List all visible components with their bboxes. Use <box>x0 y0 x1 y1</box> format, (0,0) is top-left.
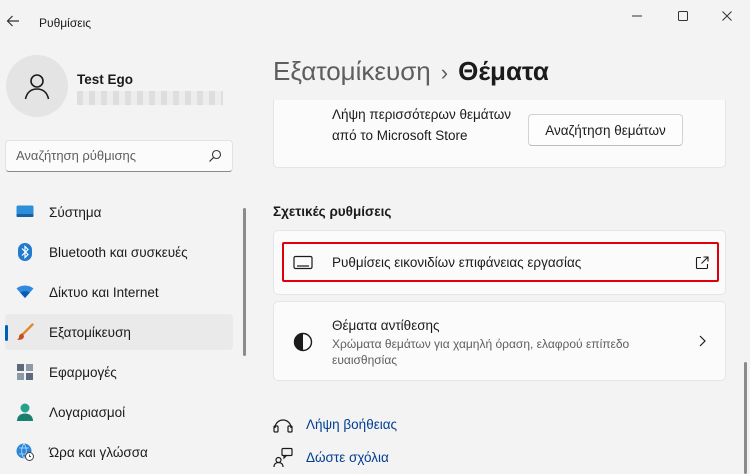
give-feedback-label[interactable]: Δώστε σχόλια <box>306 450 389 465</box>
breadcrumb-separator: › <box>440 60 449 85</box>
main-scrollbar[interactable] <box>744 362 747 474</box>
breadcrumb: Εξατομίκευση › Θέματα <box>273 56 549 87</box>
help-icon <box>271 412 295 436</box>
user-name: Test Ego <box>77 72 134 87</box>
get-help-label[interactable]: Λήψη βοήθειας <box>306 417 397 432</box>
apps-icon <box>16 363 34 381</box>
search-icon[interactable] <box>208 149 222 163</box>
user-email-redacted <box>77 91 223 105</box>
sidebar-item-personalization[interactable]: Εξατομίκευση <box>5 314 233 350</box>
sidebar-item-label: Ώρα και γλώσσα <box>49 444 148 460</box>
time-language-icon <box>16 443 34 461</box>
store-card-text: Λήψη περισσότερων θεμάτων από το Microso… <box>332 107 512 143</box>
sidebar-item-accounts[interactable]: Λογαριασμοί <box>5 394 233 430</box>
external-link-icon <box>693 254 711 272</box>
maximize-button[interactable] <box>660 2 706 30</box>
back-button[interactable] <box>2 8 24 34</box>
contrast-themes-label: Θέματα αντίθεσης <box>332 318 440 333</box>
sidebar-nav: Σύστημα Bluetooth και συσκευές Δίκτυο κα… <box>5 194 233 474</box>
app-title: Ρυθμίσεις <box>39 16 92 30</box>
personalization-brush-icon <box>16 323 34 341</box>
sidebar-item-label: Εφαρμογές <box>49 364 117 380</box>
chevron-right-icon <box>693 332 711 350</box>
sidebar-item-label: Δίκτυο και Internet <box>49 284 159 300</box>
accounts-icon <box>16 403 34 421</box>
sidebar-item-apps[interactable]: Εφαρμογές <box>5 354 233 390</box>
user-avatar-icon <box>24 74 50 100</box>
give-feedback-link[interactable]: Δώστε σχόλια <box>271 445 389 469</box>
avatar <box>6 55 68 117</box>
sidebar-item-bluetooth[interactable]: Bluetooth και συσκευές <box>5 234 233 270</box>
close-icon <box>722 11 732 21</box>
contrast-themes-description: Χρώματα θεμάτων για χαμηλή όραση, ελαφρο… <box>332 337 630 367</box>
minimize-button[interactable] <box>614 2 660 30</box>
sidebar-item-label: Λογαριασμοί <box>49 404 126 420</box>
search-input[interactable] <box>16 148 196 163</box>
monitor-icon <box>292 252 314 274</box>
page-title: Θέματα <box>458 56 549 86</box>
title-bar: Ρυθμίσεις <box>0 0 750 44</box>
minimize-icon <box>632 15 642 17</box>
get-help-link[interactable]: Λήψη βοήθειας <box>271 412 397 436</box>
user-profile[interactable]: Test Ego <box>6 55 236 119</box>
feedback-icon <box>271 445 295 469</box>
search-box[interactable] <box>5 140 233 172</box>
contrast-icon <box>292 331 314 353</box>
sidebar-item-time-language[interactable]: Ώρα και γλώσσα <box>5 434 233 470</box>
close-button[interactable] <box>704 2 750 30</box>
sidebar-item-label: Σύστημα <box>49 204 102 220</box>
related-settings-header: Σχετικές ρυθμίσεις <box>273 204 392 219</box>
system-icon <box>16 203 34 221</box>
maximize-icon <box>678 11 688 21</box>
browse-themes-button[interactable]: Αναζήτηση θεμάτων <box>528 114 683 146</box>
back-arrow-icon <box>6 15 19 27</box>
desktop-icon-settings-card[interactable]: Ρυθμίσεις εικονιδίων επιφάνειας εργασίας <box>273 230 726 295</box>
sidebar-item-network[interactable]: Δίκτυο και Internet <box>5 274 233 310</box>
microsoft-store-card: Λήψη περισσότερων θεμάτων από το Microso… <box>273 100 726 168</box>
sidebar-item-label: Εξατομίκευση <box>49 324 131 340</box>
sidebar-scrollbar[interactable] <box>243 208 246 356</box>
bluetooth-icon <box>16 243 34 261</box>
sidebar-item-label: Bluetooth και συσκευές <box>49 244 188 260</box>
breadcrumb-parent[interactable]: Εξατομίκευση <box>273 56 431 86</box>
sidebar-item-system[interactable]: Σύστημα <box>5 194 233 230</box>
network-icon <box>16 283 34 301</box>
desktop-icon-settings-label: Ρυθμίσεις εικονιδίων επιφάνειας εργασίας <box>332 255 582 270</box>
contrast-themes-card[interactable]: Θέματα αντίθεσης Χρώματα θεμάτων για χαμ… <box>273 301 726 381</box>
